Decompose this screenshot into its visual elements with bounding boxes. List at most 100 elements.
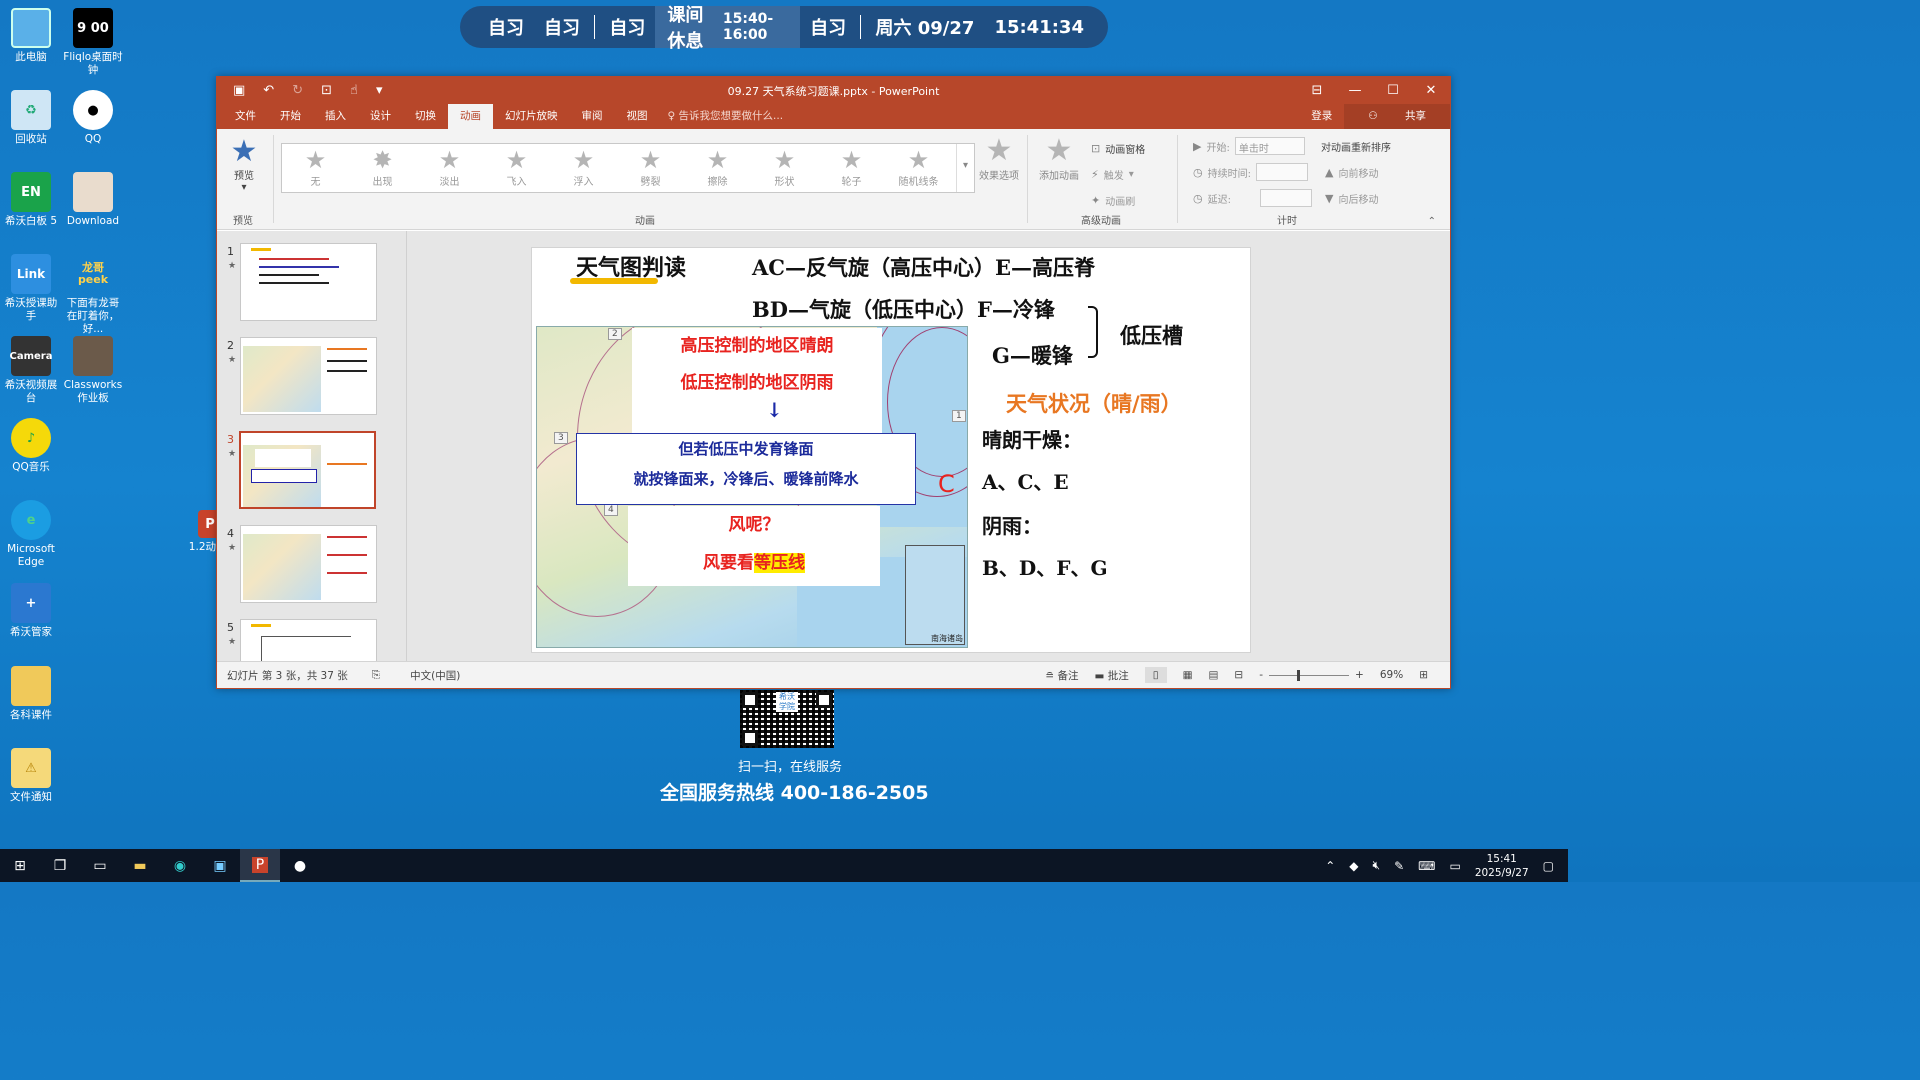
language-indicator[interactable]: 中文(中国): [380, 668, 460, 683]
desktop-icon-download[interactable]: Download: [62, 172, 124, 228]
desktop-icon-camera[interactable]: Camera 希沃视频展台: [0, 336, 62, 405]
touch-mode-icon[interactable]: ☝: [350, 83, 358, 98]
service-qr-code: 希沃学院: [740, 690, 834, 748]
notification-icon[interactable]: ▢: [1543, 859, 1554, 873]
tab-slideshow[interactable]: 幻灯片放映: [493, 104, 570, 129]
login-link[interactable]: 登录: [1299, 104, 1344, 129]
tab-file[interactable]: 文件: [223, 104, 268, 129]
chevron-up-icon[interactable]: ⌃: [1325, 859, 1335, 873]
zoom-level[interactable]: 69%: [1380, 669, 1403, 681]
minimize-button[interactable]: —: [1336, 83, 1374, 98]
start-button[interactable]: ⊞: [0, 849, 40, 882]
animation-fade[interactable]: ★ 淡出: [416, 144, 483, 192]
desktop-icon-edge[interactable]: e Microsoft Edge: [0, 500, 62, 569]
animation-fly-in[interactable]: ★ 飞入: [483, 144, 550, 192]
animation-split[interactable]: ★ 劈裂: [617, 144, 684, 192]
desktop-icon-pptx[interactable]: P 1.2动: [186, 510, 216, 554]
notes-button[interactable]: ≘ 备注: [1045, 668, 1078, 683]
comments-button[interactable]: ▬ 批注: [1095, 668, 1129, 683]
fit-to-window-icon[interactable]: ⊞: [1419, 669, 1428, 681]
move-later-button[interactable]: ▼ 向后移动: [1325, 191, 1378, 206]
zoom-in-button[interactable]: +: [1355, 669, 1364, 681]
animation-shape[interactable]: ★ 形状: [751, 144, 818, 192]
animation-wheel[interactable]: ★ 轮子: [818, 144, 885, 192]
close-button[interactable]: ✕: [1412, 83, 1450, 98]
add-animation-button[interactable]: ★ 添加动画: [1035, 135, 1083, 183]
animation-pane-button[interactable]: ⊡ 动画窗格: [1091, 141, 1145, 156]
animation-none[interactable]: ★ 无: [282, 144, 349, 192]
move-earlier-button[interactable]: ▲ 向前移动: [1325, 165, 1378, 180]
undo-icon[interactable]: ↶: [263, 83, 274, 98]
trigger-button[interactable]: ⚡ 触发 ▾: [1091, 167, 1134, 182]
desktop-icon-courseware[interactable]: 各科课件: [0, 666, 62, 722]
zoom-slider[interactable]: [1269, 669, 1350, 681]
collapse-ribbon-icon[interactable]: ⌃: [1428, 216, 1436, 227]
taskbar-app-powerpoint[interactable]: P: [240, 849, 280, 882]
desktop-icon-classworks[interactable]: Classworks 作业板: [62, 336, 124, 405]
share-button[interactable]: ⚇ 共享: [1344, 104, 1450, 129]
save-icon[interactable]: ▣: [233, 83, 245, 98]
customize-qa-icon[interactable]: ▾: [376, 83, 383, 98]
tab-review[interactable]: 审阅: [570, 104, 615, 129]
weather-heading: 天气状况（晴/雨）: [1006, 392, 1182, 416]
slide-sorter-icon[interactable]: ▦: [1183, 669, 1193, 681]
volume-muted-icon[interactable]: 🔇︎: [1373, 858, 1381, 873]
effect-options-button[interactable]: ★ 效果选项: [977, 135, 1021, 183]
shield-icon[interactable]: ◆: [1349, 859, 1358, 873]
desktop-icon-seewo-manager[interactable]: + 希沃管家: [0, 583, 62, 639]
animation-float-in[interactable]: ★ 浮入: [550, 144, 617, 192]
tab-design[interactable]: 设计: [358, 104, 403, 129]
desktop-icon-this-pc[interactable]: 此电脑: [0, 8, 62, 64]
star-icon: ★: [639, 146, 662, 174]
tell-me-box[interactable]: ♀ 告诉我您想要做什么...: [660, 104, 784, 129]
tab-animations[interactable]: 动画: [448, 104, 493, 129]
ribbon-display-icon[interactable]: ⊟: [1298, 83, 1336, 98]
redo-icon[interactable]: ↻: [292, 83, 303, 98]
start-select[interactable]: 单击时: [1234, 137, 1305, 155]
preview-button[interactable]: ★ 预览 ▾: [227, 137, 261, 194]
desktop-icon-whiteboard[interactable]: EN 希沃白板 5: [0, 172, 62, 228]
reading-view-icon[interactable]: ▤: [1209, 669, 1219, 681]
spell-check-icon[interactable]: ⎘: [348, 669, 380, 682]
duration-input[interactable]: [1255, 163, 1308, 181]
taskbar-app-qq[interactable]: ●: [280, 849, 320, 882]
taskbar-app-camera[interactable]: ▭: [80, 849, 120, 882]
input-method-icon[interactable]: ▭: [1449, 859, 1460, 873]
taskbar-app-whiteboard[interactable]: ▣: [200, 849, 240, 882]
desktop-icon-peek[interactable]: 龙哥 peek 下面有龙哥在盯着你，好...: [62, 254, 124, 336]
desktop-icon-link[interactable]: Link 希沃授课助手: [0, 254, 62, 323]
desktop-icon-fliqlo[interactable]: 9 00 Fliqlo桌面时钟: [62, 8, 124, 77]
class-schedule-bar: 自习 自习 自习 课间休息 15:40-16:00 自习 周六 09/27 15…: [460, 5, 1108, 52]
animation-appear[interactable]: ✸ 出现: [349, 144, 416, 192]
maximize-button[interactable]: ☐: [1374, 83, 1412, 98]
tab-insert[interactable]: 插入: [313, 104, 358, 129]
slide-canvas[interactable]: 天气图判读 AC—反气旋（高压中心）E—高压脊 BD—气旋（低压中心）F—冷锋 …: [531, 247, 1251, 653]
delay-input[interactable]: [1259, 189, 1312, 207]
taskbar-app-explorer[interactable]: ▬: [120, 849, 160, 882]
animation-painter-button[interactable]: ✦ 动画刷: [1091, 193, 1135, 208]
desktop-icon-recycle-bin[interactable]: ♻ 回收站: [0, 90, 62, 146]
animation-random-bars[interactable]: ★ 随机线条: [885, 144, 952, 192]
zoom-out-button[interactable]: -: [1259, 669, 1263, 681]
present-icon[interactable]: ⊡: [321, 83, 332, 98]
title-bar: ▣ ↶ ↻ ⊡ ☝ ▾ 09.27 天气系统习题课.pptx - PowerPo…: [217, 77, 1450, 104]
gallery-scroll[interactable]: ▾: [956, 144, 974, 192]
slideshow-view-icon[interactable]: ⊟: [1234, 669, 1243, 681]
animation-wipe[interactable]: ★ 擦除: [684, 144, 751, 192]
taskbar-app-edge[interactable]: ◉: [160, 849, 200, 882]
tab-transitions[interactable]: 切换: [403, 104, 448, 129]
normal-view-icon[interactable]: ▯: [1144, 667, 1167, 683]
animation-label: 淡出: [439, 177, 460, 188]
desktop-icon-qq-music[interactable]: ♪ QQ音乐: [0, 418, 62, 474]
keyboard-icon[interactable]: ⌨: [1418, 859, 1435, 873]
desktop-icon-qq[interactable]: ● QQ: [62, 90, 124, 146]
desktop-icon-file-notice[interactable]: ⚠ 文件通知: [0, 748, 62, 804]
taskbar-clock[interactable]: 15:41 2025/9/27: [1475, 852, 1529, 880]
tab-home[interactable]: 开始: [268, 104, 313, 129]
zoom-slider-knob[interactable]: [1297, 669, 1301, 681]
pen-icon[interactable]: ✎: [1394, 859, 1404, 873]
task-view-button[interactable]: ❐: [40, 849, 80, 882]
thumbnail-preview: [240, 619, 377, 661]
tab-view[interactable]: 视图: [615, 104, 660, 129]
move-earlier-label: 向前移动: [1338, 169, 1379, 180]
